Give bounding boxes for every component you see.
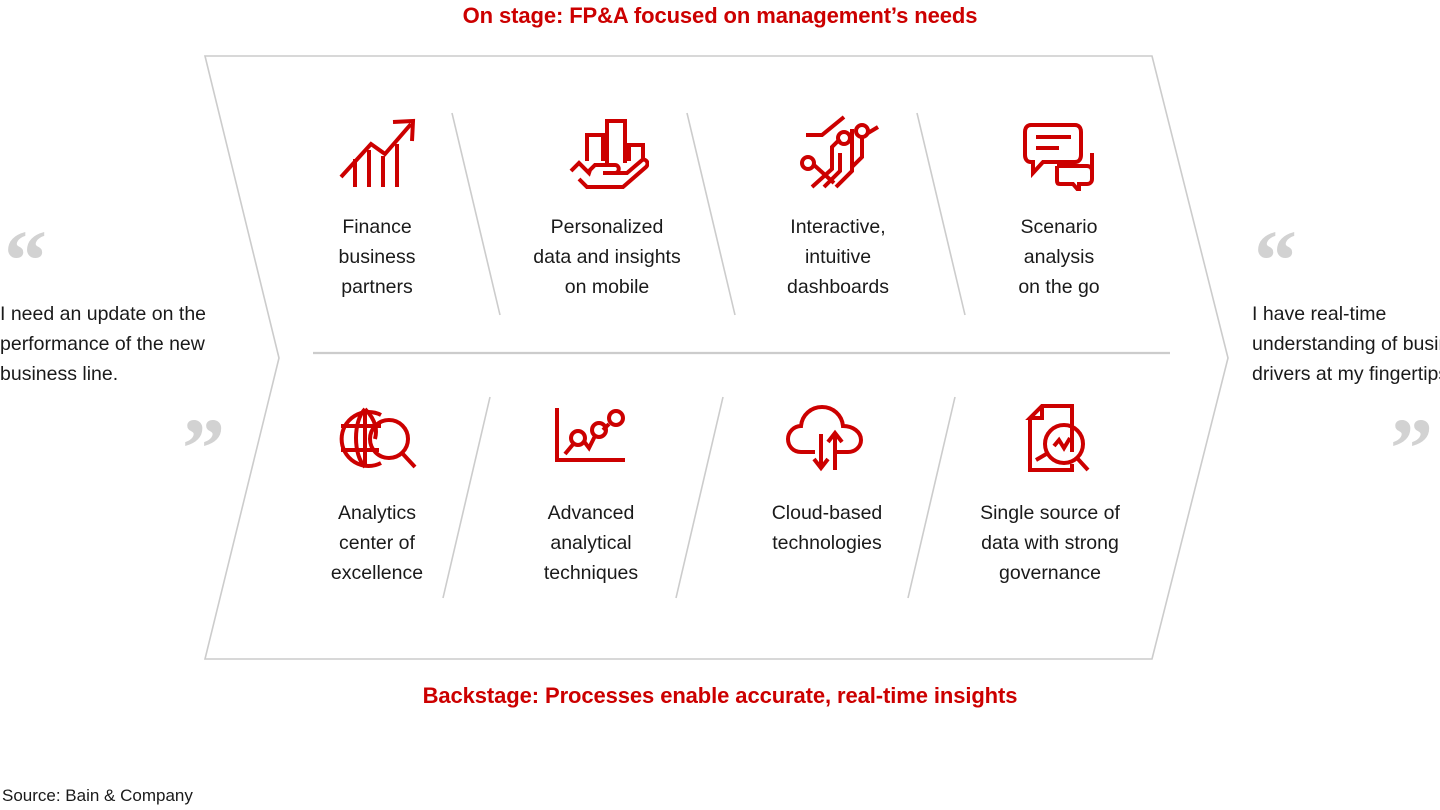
- page-title-on-stage: On stage: FP&A focused on management’s n…: [462, 3, 978, 28]
- quote-text-left: I need an update on the performance of t…: [0, 303, 207, 385]
- document-magnifier-icon: [945, 390, 1155, 486]
- quote-close-mark-right: ”: [1390, 400, 1433, 496]
- infographic-root: On stage: FP&A focused on management’s n…: [0, 0, 1440, 810]
- cell-label: Single source of data with strong govern…: [980, 502, 1120, 584]
- cell-label: Cloud-based technologies: [771, 502, 883, 554]
- growth-chart-arrow-icon: [272, 104, 482, 200]
- cell-label: Finance business partners: [338, 216, 416, 298]
- cell-label: Advanced analytical techniques: [543, 502, 639, 584]
- hand-holding-bar-chart-icon: [502, 104, 712, 200]
- cell-label: Analytics center of excellence: [330, 502, 424, 584]
- cell-advanced-analytical-techniques: Advanced analytical techniques: [486, 390, 696, 588]
- quote-open-mark-right: “: [1254, 212, 1297, 308]
- cell-scenario-analysis-on-the-go: Scenario analysis on the go: [954, 104, 1164, 302]
- circuit-network-icon: [733, 104, 943, 200]
- cloud-sync-arrows-icon: [722, 390, 932, 486]
- cell-label: Personalized data and insights on mobile: [533, 216, 681, 298]
- cell-interactive-intuitive-dashboards: Interactive, intuitive dashboards: [733, 104, 943, 302]
- source-caption: Source: Bain & Company: [2, 786, 193, 805]
- quote-text-right: I have real-time understanding of busine…: [1252, 303, 1440, 385]
- cell-label: Scenario analysis on the go: [1018, 216, 1100, 298]
- speech-bubbles-icon: [954, 104, 1164, 200]
- quote-close-mark-left: ”: [182, 400, 225, 496]
- globe-magnifier-icon: [272, 390, 482, 486]
- quote-open-mark-left: “: [4, 212, 47, 308]
- page-title-backstage: Backstage: Processes enable accurate, re…: [422, 683, 1018, 708]
- cell-personalized-data-insights-mobile: Personalized data and insights on mobile: [502, 104, 712, 302]
- line-chart-points-icon: [486, 390, 696, 486]
- cell-single-source-of-data-governance: Single source of data with strong govern…: [945, 390, 1155, 588]
- cell-finance-business-partners: Finance business partners: [272, 104, 482, 302]
- cell-label: Interactive, intuitive dashboards: [787, 216, 889, 298]
- cell-cloud-based-technologies: Cloud-based technologies: [722, 390, 932, 558]
- cell-analytics-center-of-excellence: Analytics center of excellence: [272, 390, 482, 588]
